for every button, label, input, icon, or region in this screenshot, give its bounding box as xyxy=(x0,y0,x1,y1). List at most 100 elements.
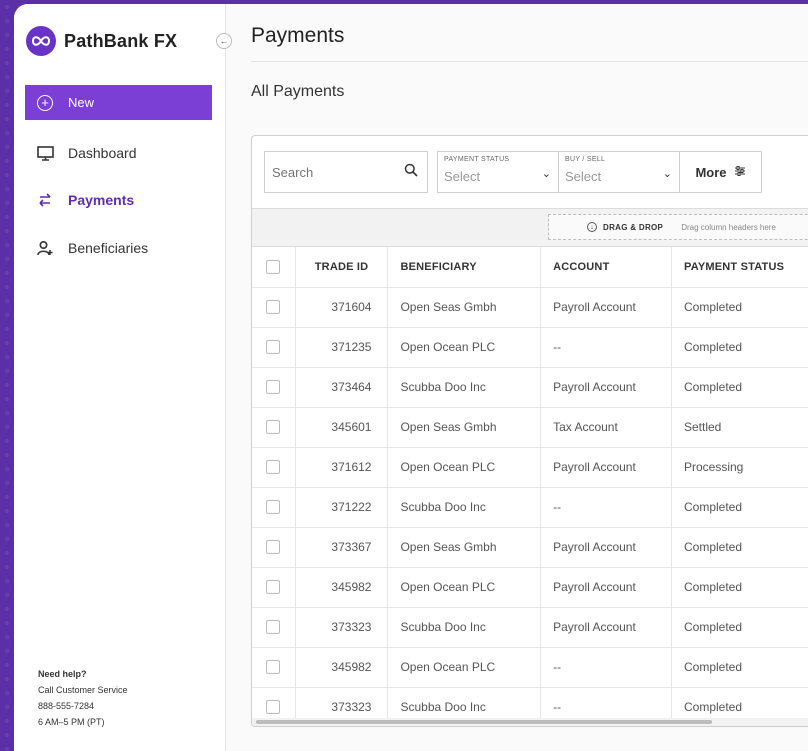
chevron-down-icon: ⌄ xyxy=(541,168,551,180)
table-row[interactable]: 345982 Open Ocean PLC -- Completed xyxy=(252,647,808,688)
drag-drop-hint: Drag column headers here xyxy=(681,222,776,232)
dropdown-label: BUY / SELL xyxy=(565,156,606,163)
beneficiary-cell: Scubba Doo Inc xyxy=(387,367,542,408)
infinity-logo-icon xyxy=(26,26,56,56)
select-all-checkbox[interactable] xyxy=(266,259,281,274)
account-cell: Tax Account xyxy=(540,407,672,448)
download-circle-icon: ↓ xyxy=(587,222,597,232)
scrollbar-thumb[interactable] xyxy=(256,720,712,724)
row-select-cell xyxy=(252,607,296,648)
table-row[interactable]: 371604 Open Seas Gmbh Payroll Account Compl… xyxy=(252,287,808,328)
search-input[interactable] xyxy=(272,164,382,180)
row-select-cell xyxy=(252,567,296,608)
payment-status-cell: Completed xyxy=(671,367,808,408)
table-row[interactable]: 345601 Open Seas Gmbh Tax Account Settled xyxy=(252,407,808,448)
row-select-cell xyxy=(252,367,296,408)
help-hours: 6 AM–5 PM (PT) xyxy=(38,717,105,727)
row-select-cell xyxy=(252,407,296,448)
trade-id-cell: 371604 xyxy=(295,287,389,328)
table-row[interactable]: 371235 Open Ocean PLC -- Completed xyxy=(252,327,808,368)
sidebar-item-beneficiaries[interactable]: Beneficiaries xyxy=(36,239,148,257)
row-checkbox[interactable] xyxy=(266,580,281,595)
table-header-row: TRADE ID BENEFICIARY ACCOUNT PAYMENT STA… xyxy=(252,247,808,288)
beneficiary-cell: Open Ocean PLC xyxy=(387,447,542,488)
payment-status-cell: Processing xyxy=(671,447,808,488)
trade-id-cell: 371222 xyxy=(295,487,389,528)
dropdown-label: PAYMENT STATUS xyxy=(444,156,510,163)
more-label: More xyxy=(695,164,727,180)
brand[interactable]: PathBank FX xyxy=(26,26,177,56)
buy-sell-dropdown[interactable]: BUY / SELL Select ⌄ xyxy=(559,151,680,193)
row-checkbox[interactable] xyxy=(266,340,281,355)
beneficiary-cell: Open Seas Gmbh xyxy=(387,287,542,328)
row-checkbox[interactable] xyxy=(266,300,281,315)
payments-table-card: PAYMENT STATUS Select ⌄ BUY / SELL Selec… xyxy=(251,135,808,727)
account-cell: Payroll Account xyxy=(540,447,672,488)
group-by-bar: ↓ DRAG & DROP Drag column headers here xyxy=(252,208,808,247)
drag-drop-zone[interactable]: ↓ DRAG & DROP Drag column headers here xyxy=(548,214,808,240)
row-select-cell xyxy=(252,487,296,528)
add-user-icon xyxy=(36,239,54,257)
column-header-trade-id[interactable]: TRADE ID xyxy=(295,247,389,288)
sidebar-item-payments[interactable]: Payments xyxy=(36,191,134,209)
more-filters-button[interactable]: More xyxy=(680,151,762,193)
row-checkbox[interactable] xyxy=(266,620,281,635)
beneficiary-cell: Open Seas Gmbh xyxy=(387,527,542,568)
row-select-cell xyxy=(252,527,296,568)
dropdown-value: Select xyxy=(565,169,602,184)
collapse-sidebar-button[interactable]: ← xyxy=(216,33,232,49)
row-select-cell xyxy=(252,447,296,488)
account-cell: -- xyxy=(540,647,672,688)
select-all-cell xyxy=(252,247,296,288)
monitor-icon xyxy=(36,144,54,162)
column-header-payment-status[interactable]: PAYMENT STATUS xyxy=(671,247,808,288)
help-section: Need help? Call Customer Service 888-555… xyxy=(38,666,128,730)
table-row[interactable]: 373367 Open Seas Gmbh Payroll Account Compl… xyxy=(252,527,808,568)
table-row[interactable]: 371612 Open Ocean PLC Payroll Account Proce… xyxy=(252,447,808,488)
new-button[interactable]: + New xyxy=(25,85,212,120)
sliders-icon xyxy=(734,165,746,180)
column-header-account[interactable]: ACCOUNT xyxy=(540,247,672,288)
row-checkbox[interactable] xyxy=(266,380,281,395)
chevron-down-icon: ⌄ xyxy=(662,168,672,180)
row-checkbox[interactable] xyxy=(266,540,281,555)
help-phone[interactable]: 888-555-7284 xyxy=(38,698,128,714)
account-cell: -- xyxy=(540,487,672,528)
sidebar-item-dashboard[interactable]: Dashboard xyxy=(36,144,137,162)
dropdown-value: Select xyxy=(444,169,481,184)
table-row[interactable]: 373323 Scubba Doo Inc Payroll Account Compl… xyxy=(252,607,808,648)
row-checkbox[interactable] xyxy=(266,700,281,715)
table-row[interactable]: 371222 Scubba Doo Inc -- Completed xyxy=(252,487,808,528)
payment-status-cell: Completed xyxy=(671,647,808,688)
payment-status-cell: Completed xyxy=(671,607,808,648)
plus-circle-icon: + xyxy=(37,94,53,111)
search-icon[interactable] xyxy=(404,163,418,182)
row-checkbox[interactable] xyxy=(266,660,281,675)
table-row[interactable]: 345982 Open Ocean PLC Payroll Account Compl… xyxy=(252,567,808,608)
trade-id-cell: 371235 xyxy=(295,327,389,368)
account-cell: Payroll Account xyxy=(540,367,672,408)
trade-id-cell: 345982 xyxy=(295,567,389,608)
main-content: Payments All Payments PAYMENT STATUS Sel… xyxy=(226,4,808,751)
row-checkbox[interactable] xyxy=(266,460,281,475)
page-title: Payments xyxy=(251,24,345,47)
search-field[interactable] xyxy=(264,151,428,193)
payment-status-cell: Completed xyxy=(671,487,808,528)
horizontal-scrollbar[interactable] xyxy=(252,718,808,726)
payment-status-cell: Completed xyxy=(671,527,808,568)
payments-table: TRADE ID BENEFICIARY ACCOUNT PAYMENT STA… xyxy=(252,247,808,726)
trade-id-cell: 373464 xyxy=(295,367,389,408)
column-header-beneficiary[interactable]: BENEFICIARY xyxy=(387,247,542,288)
table-row[interactable]: 373464 Scubba Doo Inc Payroll Account Compl… xyxy=(252,367,808,408)
account-cell: Payroll Account xyxy=(540,527,672,568)
sidebar-item-label: Beneficiaries xyxy=(68,240,149,256)
account-cell: Payroll Account xyxy=(540,287,672,328)
help-line: Call Customer Service xyxy=(38,685,128,695)
row-checkbox[interactable] xyxy=(266,420,281,435)
sidebar: PathBank FX ← + New Dashboard Payments B… xyxy=(14,4,232,751)
help-heading: Need help? xyxy=(38,669,87,679)
payment-status-dropdown[interactable]: PAYMENT STATUS Select ⌄ xyxy=(437,151,559,193)
account-cell: -- xyxy=(540,327,672,368)
account-cell: Payroll Account xyxy=(540,567,672,608)
row-checkbox[interactable] xyxy=(266,500,281,515)
